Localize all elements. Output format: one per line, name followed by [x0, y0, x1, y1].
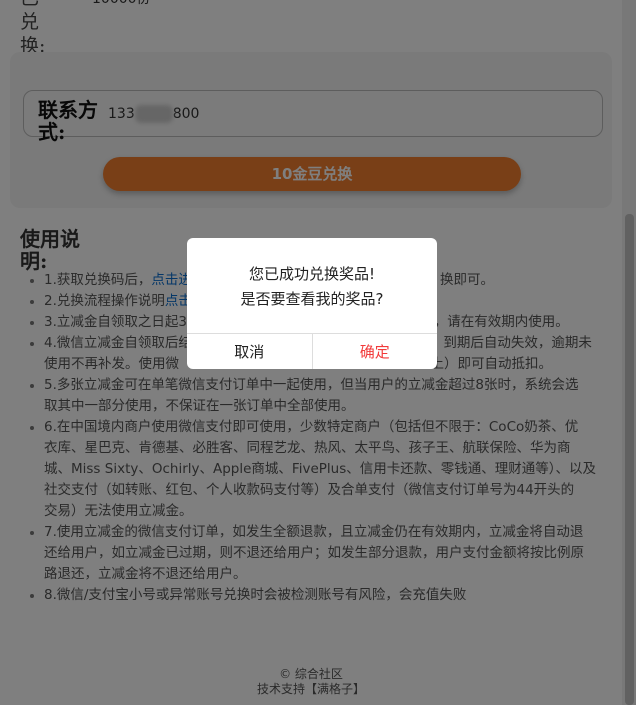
cancel-button[interactable]: 取消 — [187, 334, 313, 369]
dialog-line-2: 是否要查看我的奖品? — [240, 290, 384, 308]
success-dialog: 您已成功兑换奖品! 是否要查看我的奖品? 取消 确定 — [187, 238, 437, 369]
dialog-actions: 取消 确定 — [187, 333, 437, 369]
dialog-line-1: 您已成功兑换奖品! — [248, 265, 375, 283]
dialog-message: 您已成功兑换奖品! 是否要查看我的奖品? — [187, 238, 437, 333]
confirm-button[interactable]: 确定 — [313, 334, 438, 369]
